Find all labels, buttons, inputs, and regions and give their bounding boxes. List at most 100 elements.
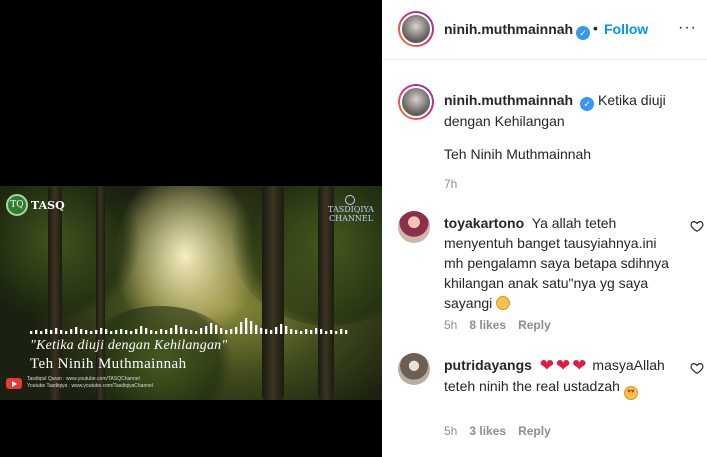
waveform-bar: [220, 328, 223, 334]
tasq-logo-text: TASQ: [31, 198, 65, 212]
comment-username[interactable]: putridayangs: [444, 357, 532, 373]
waveform-bar: [125, 330, 128, 334]
comment-meta: 5h 8 likes Reply: [444, 318, 551, 332]
waveform-bar: [50, 330, 53, 334]
waveform-bar: [335, 331, 338, 334]
waveform-bar: [340, 329, 343, 334]
waveform-bar: [135, 329, 138, 334]
waveform-bar: [225, 330, 228, 334]
tasdiqiya-logo: TASDIQIYA CHANNEL: [324, 195, 378, 223]
comment-reply-button[interactable]: Reply: [518, 318, 551, 332]
caption-timestamp[interactable]: 7h: [444, 177, 457, 191]
heart-outline-icon[interactable]: [690, 361, 704, 375]
waveform-bar: [250, 321, 253, 334]
waveform-bar: [330, 330, 333, 334]
waveform-bar: [30, 331, 33, 334]
youtube-icon: [6, 378, 22, 389]
waveform-bar: [150, 330, 153, 334]
waveform-bar: [210, 323, 213, 334]
comment-username[interactable]: toyakartono: [444, 215, 524, 231]
waveform-bar: [295, 330, 298, 334]
tasdiqiya-logo-icon: [345, 195, 355, 205]
caption-avatar[interactable]: [398, 84, 434, 120]
waveform-bar: [170, 328, 173, 334]
waveform-bar: [65, 331, 68, 334]
waveform-bar: [145, 328, 148, 334]
post-info-panel: ninih.muthmainnah ✓ • Follow ··· ninih.mu…: [382, 0, 707, 457]
youtube-links: Tasdiqiul Quran : www.youtube.com/TASQCh…: [6, 376, 153, 390]
waveform-bar: [180, 327, 183, 334]
youtube-link-2: Youtube Tasdiqiya : www.youtube.com/Tasd…: [27, 383, 153, 389]
header-username[interactable]: ninih.muthmainnah: [444, 21, 573, 37]
waveform-bar: [195, 331, 198, 334]
waveform-bar: [155, 331, 158, 334]
heart-outline-icon[interactable]: [690, 219, 704, 233]
comment-likes[interactable]: 8 likes: [469, 318, 506, 332]
waveform-bar: [280, 324, 283, 334]
waveform-bar: [285, 326, 288, 334]
waveform-bar: [85, 330, 88, 334]
waveform-bar: [255, 325, 258, 334]
caption-extra: Teh Ninih Muthmainnah: [444, 146, 592, 162]
waveform-bar: [105, 329, 108, 334]
audio-waveform: [30, 318, 348, 334]
waveform-bar: [80, 329, 83, 334]
header-avatar[interactable]: [398, 11, 434, 47]
waveform-bar: [325, 331, 328, 334]
tasdiqiya-logo-subtext: CHANNEL: [328, 214, 374, 223]
post-media[interactable]: TQ TASQ TASDIQIYA CHANNEL "Ketika diuji …: [0, 0, 382, 457]
tasdiqiya-logo-text: TASDIQIYA: [328, 205, 374, 214]
comment-avatar[interactable]: [398, 353, 430, 385]
waveform-bar: [140, 326, 143, 334]
waveform-bar: [120, 329, 123, 334]
comment-text: putridayangs ❤❤❤ masyaAllah teteh ninih …: [444, 355, 669, 400]
waveform-bar: [95, 330, 98, 334]
verified-badge-icon: ✓: [576, 26, 591, 40]
waveform-bar: [115, 330, 118, 334]
comment-avatar[interactable]: [398, 211, 430, 243]
waveform-bar: [100, 328, 103, 334]
waveform-bar: [35, 330, 38, 334]
waveform-bar: [160, 329, 163, 334]
waveform-bar: [45, 329, 48, 334]
waveform-bar: [205, 326, 208, 334]
post-header: ninih.muthmainnah ✓ • Follow ···: [382, 0, 707, 60]
follow-button[interactable]: Follow: [604, 21, 648, 37]
comment-reply-button[interactable]: Reply: [518, 424, 551, 438]
verified-badge-icon: ✓: [580, 97, 595, 111]
waveform-bar: [200, 328, 203, 334]
sad-face-emoji-icon: [496, 296, 511, 310]
waveform-bar: [165, 330, 168, 334]
waveform-bar: [130, 331, 133, 334]
waveform-bar: [235, 327, 238, 334]
comment-time[interactable]: 5h: [444, 424, 457, 438]
header-username-row: ninih.muthmainnah ✓: [444, 21, 591, 40]
comment-likes[interactable]: 3 likes: [469, 424, 506, 438]
waveform-bar: [345, 330, 348, 334]
waveform-bar: [265, 329, 268, 334]
waveform-bar: [185, 329, 188, 334]
waveform-bar: [315, 328, 318, 334]
comment-time[interactable]: 5h: [444, 318, 457, 332]
waveform-bar: [320, 329, 323, 334]
waveform-bar: [245, 318, 248, 334]
waveform-bar: [40, 331, 43, 334]
waveform-bar: [55, 328, 58, 334]
video-subtitle: Teh Ninih Muthmainnah: [30, 356, 187, 372]
waveform-bar: [240, 322, 243, 334]
waveform-bar: [310, 330, 313, 334]
waveform-bar: [190, 330, 193, 334]
caption-username[interactable]: ninih.muthmainnah: [444, 92, 573, 108]
waveform-bar: [230, 329, 233, 334]
video-frame[interactable]: TQ TASQ TASDIQIYA CHANNEL "Ketika diuji …: [0, 186, 382, 400]
waveform-bar: [75, 327, 78, 334]
waveform-bar: [60, 330, 63, 334]
tasq-logo: TQ TASQ: [6, 194, 65, 216]
more-options-icon[interactable]: ···: [678, 19, 697, 37]
youtube-link-1: Tasdiqiul Quran : www.youtube.com/TASQCh…: [27, 376, 140, 382]
video-title: "Ketika diuji dengan Kehilangan": [30, 338, 228, 353]
tasq-logo-badge: TQ: [6, 194, 28, 216]
waveform-bar: [110, 331, 113, 334]
waveform-bar: [275, 327, 278, 334]
header-separator: •: [593, 20, 598, 36]
